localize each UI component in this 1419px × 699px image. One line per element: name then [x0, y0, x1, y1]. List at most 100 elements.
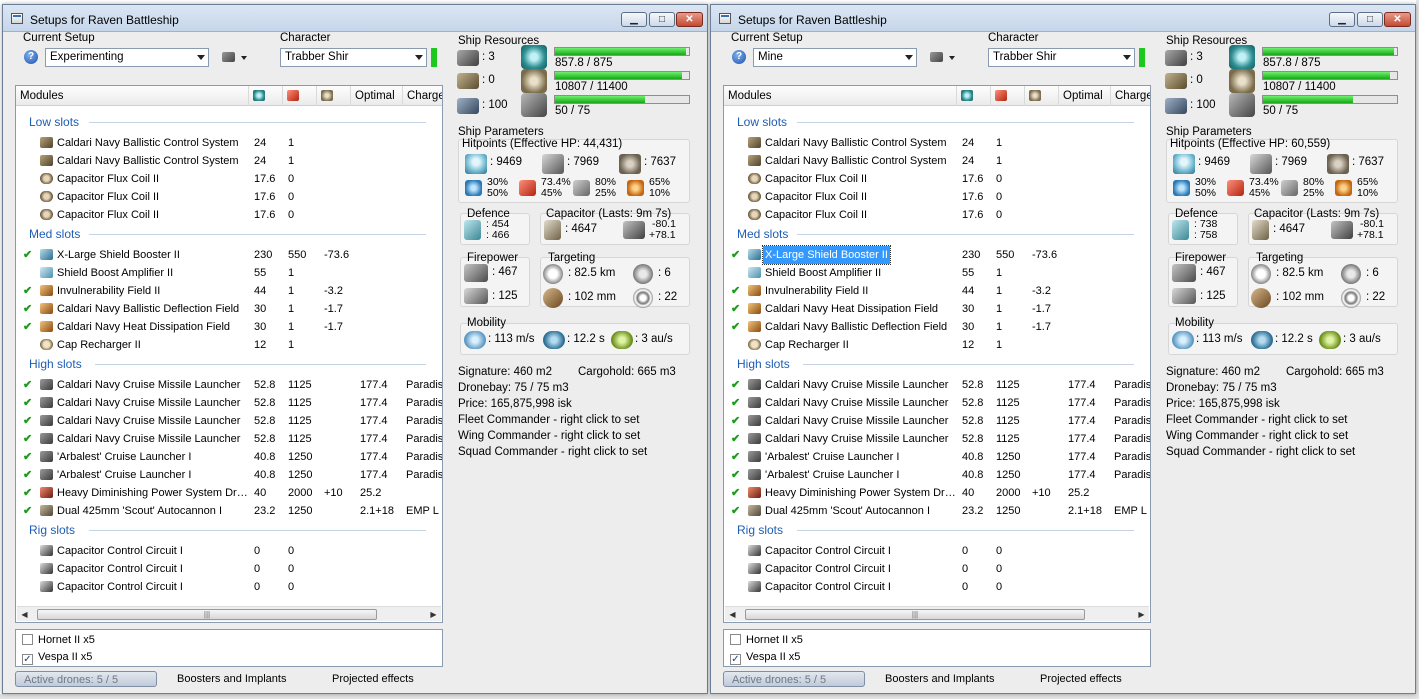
online-check-icon[interactable]: ✔	[23, 282, 32, 300]
power-column-header[interactable]	[1025, 86, 1059, 106]
online-check-icon[interactable]: ✔	[731, 246, 740, 264]
module-row[interactable]: ✔ Caldari Navy Cruise Missile Launcher 52.…	[724, 430, 1150, 448]
module-row[interactable]: Capacitor Flux Coil II 17.6 0	[724, 188, 1150, 206]
minimize-button[interactable]: ▁	[621, 12, 647, 27]
module-row[interactable]: ✔ Caldari Navy Cruise Missile Launcher 52.…	[724, 412, 1150, 430]
module-row[interactable]: ✔ Caldari Navy Ballistic Deflection Field…	[16, 300, 442, 318]
fleet-info[interactable]: Fleet Commander - right click to set	[458, 414, 640, 426]
online-check-icon[interactable]: ✔	[23, 466, 32, 484]
module-row[interactable]: ✔ Heavy Diminishing Power System Drai... 4…	[724, 484, 1150, 502]
close-button[interactable]: ✕	[1384, 12, 1411, 27]
online-check-icon[interactable]: ✔	[23, 246, 32, 264]
help-icon[interactable]: ?	[732, 50, 746, 64]
tab-active-drones[interactable]: Active drones: 5 / 5	[723, 671, 865, 687]
wing-info[interactable]: Wing Commander - right click to set	[1166, 430, 1348, 442]
module-row[interactable]: ✔ Caldari Navy Ballistic Deflection Field…	[724, 318, 1150, 336]
online-check-icon[interactable]: ✔	[23, 430, 32, 448]
scroll-left-icon[interactable]: ◀	[725, 607, 740, 622]
online-check-icon[interactable]: ✔	[731, 300, 740, 318]
online-check-icon[interactable]: ✔	[731, 394, 740, 412]
optimal-column-header[interactable]: Optimal	[1059, 86, 1111, 106]
module-row[interactable]: ✔ Heavy Diminishing Power System Drai... 4…	[16, 484, 442, 502]
module-row[interactable]: Capacitor Flux Coil II 17.6 0	[724, 206, 1150, 224]
module-row[interactable]: Caldari Navy Ballistic Control System 24 1	[724, 134, 1150, 152]
drone-checkbox[interactable]: ✓	[730, 654, 741, 665]
drones-list[interactable]: Hornet II x5 ✓ Vespa II x5	[15, 629, 443, 667]
online-check-icon[interactable]: ✔	[731, 502, 740, 520]
help-icon[interactable]: ?	[24, 50, 38, 64]
squad-info[interactable]: Squad Commander - right click to set	[1166, 446, 1355, 458]
module-row[interactable]: ✔ X-Large Shield Booster II 230 550 -73.6	[724, 245, 1150, 265]
online-check-icon[interactable]: ✔	[23, 448, 32, 466]
squad-info[interactable]: Squad Commander - right click to set	[458, 446, 647, 458]
capacitor-column-header[interactable]	[283, 86, 317, 106]
online-check-icon[interactable]: ✔	[731, 318, 740, 336]
tab-projected-effects[interactable]: Projected effects	[1040, 671, 1122, 687]
module-row[interactable]: Capacitor Control Circuit I 0 0	[724, 560, 1150, 578]
module-row[interactable]: ✔ Caldari Navy Cruise Missile Launcher 52.…	[16, 376, 442, 394]
online-check-icon[interactable]: ✔	[731, 282, 740, 300]
module-row[interactable]: Capacitor Control Circuit I 0 0	[16, 542, 442, 560]
scroll-right-icon[interactable]: ▶	[1134, 607, 1149, 622]
module-row[interactable]: ✔ 'Arbalest' Cruise Launcher I 40.8 1250 177…	[724, 466, 1150, 484]
scroll-left-icon[interactable]: ◀	[17, 607, 32, 622]
module-row[interactable]: ✔ 'Arbalest' Cruise Launcher I 40.8 1250 177…	[16, 448, 442, 466]
module-row[interactable]: ✔ Caldari Navy Cruise Missile Launcher 52.…	[16, 394, 442, 412]
module-row[interactable]: ✔ Caldari Navy Heat Dissipation Field 30 1 -…	[724, 300, 1150, 318]
setup-select[interactable]: Mine	[753, 48, 917, 67]
drone-item[interactable]: Hornet II x5	[730, 632, 803, 648]
module-row[interactable]: Cap Recharger II 12 1	[16, 336, 442, 354]
online-check-icon[interactable]: ✔	[731, 448, 740, 466]
power-column-header[interactable]	[317, 86, 351, 106]
drone-item[interactable]: Hornet II x5	[22, 632, 95, 648]
online-check-icon[interactable]: ✔	[23, 412, 32, 430]
charges-column-header[interactable]: Charges	[1111, 86, 1150, 106]
module-row[interactable]: ✔ Caldari Navy Cruise Missile Launcher 52.…	[724, 394, 1150, 412]
module-row[interactable]: Cap Recharger II 12 1	[724, 336, 1150, 354]
scroll-thumb[interactable]: |||	[37, 609, 377, 620]
minimize-button[interactable]: ▁	[1329, 12, 1355, 27]
module-row[interactable]: Caldari Navy Ballistic Control System 24 1	[16, 152, 442, 170]
module-row[interactable]: Capacitor Flux Coil II 17.6 0	[16, 188, 442, 206]
maximize-button[interactable]: □	[649, 12, 675, 27]
module-row[interactable]: ✔ 'Arbalest' Cruise Launcher I 40.8 1250 177…	[724, 448, 1150, 466]
modules-column-header[interactable]: Modules	[724, 86, 957, 106]
module-row[interactable]: Caldari Navy Ballistic Control System 24 1	[724, 152, 1150, 170]
module-row[interactable]: ✔ Caldari Navy Heat Dissipation Field 30 1 -…	[16, 318, 442, 336]
module-row[interactable]: ✔ Caldari Navy Cruise Missile Launcher 52.…	[724, 376, 1150, 394]
online-check-icon[interactable]: ✔	[731, 466, 740, 484]
capacitor-column-header[interactable]	[991, 86, 1025, 106]
module-row[interactable]: Shield Boost Amplifier II 55 1	[724, 264, 1150, 282]
modules-horizontal-scrollbar[interactable]: ◀ ▶ |||	[725, 606, 1149, 621]
drone-item[interactable]: ✓ Vespa II x5	[730, 649, 800, 665]
modules-horizontal-scrollbar[interactable]: ◀ ▶ |||	[17, 606, 441, 621]
module-row[interactable]: ✔ 'Arbalest' Cruise Launcher I 40.8 1250 177…	[16, 466, 442, 484]
module-row[interactable]: Shield Boost Amplifier II 55 1	[16, 264, 442, 282]
scroll-right-icon[interactable]: ▶	[426, 607, 441, 622]
setup-select[interactable]: Experimenting	[45, 48, 209, 67]
module-row[interactable]: Capacitor Flux Coil II 17.6 0	[16, 170, 442, 188]
online-check-icon[interactable]: ✔	[731, 430, 740, 448]
online-check-icon[interactable]: ✔	[23, 394, 32, 412]
tab-boosters-implants[interactable]: Boosters and Implants	[885, 671, 994, 687]
module-row[interactable]: ✔ Invulnerability Field II 44 1 -3.2	[16, 282, 442, 300]
module-row[interactable]: Caldari Navy Ballistic Control System 24 1	[16, 134, 442, 152]
modules-list[interactable]: Modules Optimal Charges Low slots Caldari Na…	[723, 85, 1151, 623]
tab-boosters-implants[interactable]: Boosters and Implants	[177, 671, 286, 687]
online-check-icon[interactable]: ✔	[23, 502, 32, 520]
online-check-icon[interactable]: ✔	[731, 412, 740, 430]
drone-checkbox[interactable]: ✓	[22, 654, 33, 665]
module-row[interactable]: ✔ Dual 425mm 'Scout' Autocannon I 23.2 1250…	[16, 502, 442, 520]
module-row[interactable]: Capacitor Control Circuit I 0 0	[16, 578, 442, 596]
drone-item[interactable]: ✓ Vespa II x5	[22, 649, 92, 665]
cpu-column-header[interactable]	[957, 86, 991, 106]
setup-options-button[interactable]	[222, 48, 248, 67]
module-row[interactable]: Capacitor Flux Coil II 17.6 0	[724, 170, 1150, 188]
online-check-icon[interactable]: ✔	[23, 300, 32, 318]
character-select[interactable]: Trabber Shir	[280, 48, 427, 67]
drone-checkbox[interactable]	[22, 634, 33, 645]
modules-column-header[interactable]: Modules	[16, 86, 249, 106]
modules-list[interactable]: Modules Optimal Charge Low slots Caldari Nav…	[15, 85, 443, 623]
tab-active-drones[interactable]: Active drones: 5 / 5	[15, 671, 157, 687]
maximize-button[interactable]: □	[1357, 12, 1383, 27]
